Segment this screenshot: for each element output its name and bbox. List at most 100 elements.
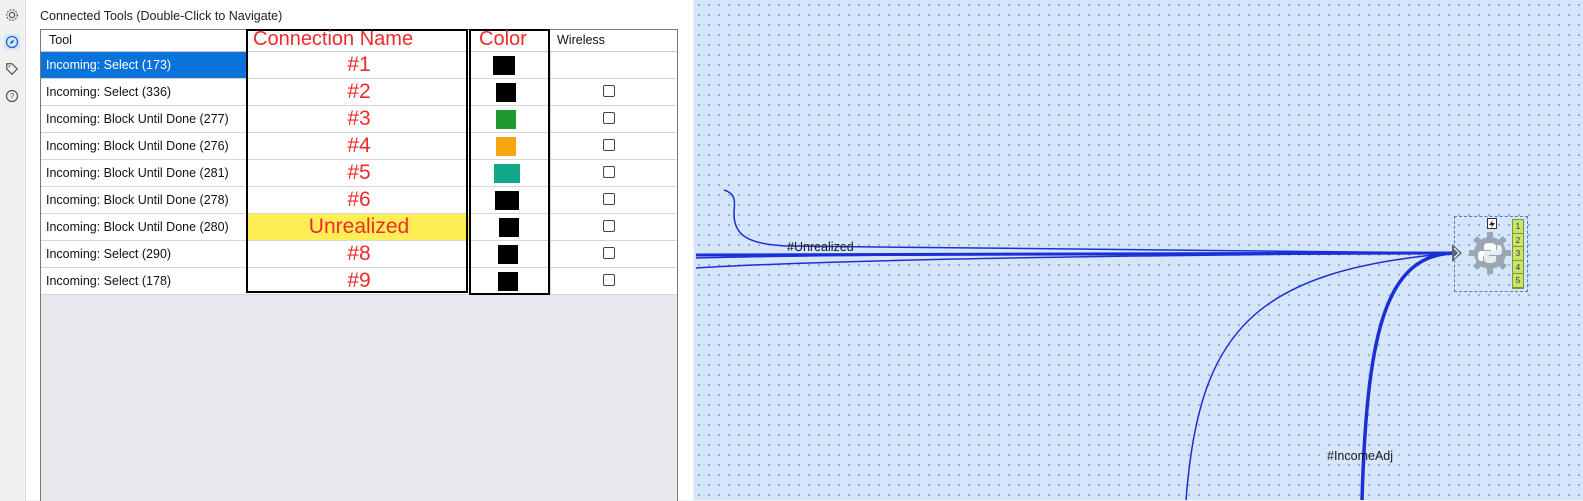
color-cell[interactable] [471, 268, 551, 294]
wireless-checkbox[interactable] [603, 166, 615, 178]
tag-icon[interactable] [4, 61, 20, 77]
connection-name-cell[interactable]: #4 [247, 133, 471, 159]
tool-cell[interactable]: Incoming: Select (173) [41, 52, 247, 78]
color-swatch[interactable] [494, 164, 520, 183]
input-anchor-icon[interactable] [1451, 242, 1465, 264]
wireless-cell[interactable] [551, 106, 677, 132]
connection-name-cell[interactable]: #1 [247, 52, 471, 78]
connection-name-cell[interactable]: #9 [247, 268, 471, 294]
table-row[interactable]: Incoming: Block Until Done (281) #5 [41, 160, 677, 187]
wireless-cell[interactable] [551, 214, 677, 240]
help-icon[interactable]: ? [4, 88, 20, 104]
connection-label-incomeadj[interactable]: #IncomeAdj [1327, 449, 1393, 463]
tool-label: Incoming: Select (336) [46, 85, 172, 99]
color-cell[interactable] [471, 160, 551, 186]
connection-name-cell[interactable]: #5 [247, 160, 471, 186]
wireless-checkbox[interactable] [603, 112, 615, 124]
tool-label: Incoming: Block Until Done (281) [46, 166, 229, 180]
color-swatch[interactable] [499, 218, 519, 237]
connection-name-value: #5 [347, 161, 371, 184]
color-cell[interactable] [471, 187, 551, 213]
wireless-cell[interactable] [551, 187, 677, 213]
tool-label: Incoming: Block Until Done (278) [46, 193, 229, 207]
connection-name-cell[interactable]: #6 [247, 187, 471, 213]
panel-title: Connected Tools (Double-Click to Navigat… [40, 9, 283, 23]
color-swatch[interactable] [496, 83, 516, 102]
table-row[interactable]: Incoming: Select (336) #2 [41, 79, 677, 106]
connection-name-cell[interactable]: #3 [247, 106, 471, 132]
color-cell[interactable] [471, 241, 551, 267]
tool-cell[interactable]: Incoming: Select (290) [41, 241, 247, 267]
connection-name-cell[interactable]: #8 [247, 241, 471, 267]
connection-name-value: #3 [347, 107, 371, 130]
tool-cell[interactable]: Incoming: Block Until Done (280) [41, 214, 247, 240]
color-swatch[interactable] [498, 245, 518, 264]
wireless-cell[interactable] [551, 79, 677, 105]
output-anchor-2[interactable]: 2 [1513, 234, 1523, 248]
tool-label: Incoming: Select (178) [46, 274, 172, 288]
wireless-cell[interactable] [551, 160, 677, 186]
table-row[interactable]: Incoming: Block Until Done (277) #3 [41, 106, 677, 133]
column-header-wireless[interactable]: Wireless [557, 33, 605, 47]
wireless-checkbox[interactable] [603, 58, 615, 70]
svg-text:?: ? [10, 92, 15, 101]
color-cell[interactable] [471, 52, 551, 78]
wireless-checkbox[interactable] [603, 139, 615, 151]
column-header-color: Color [479, 28, 527, 50]
color-swatch[interactable] [496, 137, 516, 156]
workflow-canvas[interactable]: #Unrealized #IncomeAdj 1 2 3 4 5 [694, 0, 1583, 500]
connection-name-value: #8 [347, 242, 371, 265]
connection-name-cell[interactable]: Unrealized [247, 214, 471, 240]
color-cell[interactable] [471, 79, 551, 105]
color-cell[interactable] [471, 133, 551, 159]
tool-label: Incoming: Block Until Done (280) [46, 220, 229, 234]
column-header-tool[interactable]: Tool [49, 33, 72, 47]
wireless-cell[interactable] [551, 268, 677, 294]
tool-cell[interactable]: Incoming: Block Until Done (277) [41, 106, 247, 132]
table-row[interactable]: Incoming: Block Until Done (280) Unrealiz… [41, 214, 677, 241]
connection-label-unrealized[interactable]: #Unrealized [787, 240, 854, 254]
color-swatch[interactable] [498, 272, 518, 291]
tool-cell[interactable]: Incoming: Block Until Done (278) [41, 187, 247, 213]
wireless-checkbox[interactable] [603, 193, 615, 205]
table-row[interactable]: Incoming: Select (173) #1 [41, 52, 677, 79]
table-row[interactable]: Incoming: Select (178) #9 [41, 268, 677, 295]
color-swatch[interactable] [496, 110, 516, 129]
gear-icon[interactable] [4, 7, 20, 23]
tool-cell[interactable]: Incoming: Select (178) [41, 268, 247, 294]
output-anchor-5[interactable]: 5 [1513, 274, 1523, 288]
tool-label: Incoming: Select (290) [46, 247, 172, 261]
connection-name-cell[interactable]: #2 [247, 79, 471, 105]
color-swatch[interactable] [493, 56, 515, 75]
tool-cell[interactable]: Incoming: Block Until Done (276) [41, 133, 247, 159]
python-gear-icon [1469, 232, 1511, 274]
wireless-checkbox[interactable] [603, 220, 615, 232]
connected-tools-grid[interactable]: Tool Wireless Incoming: Select (173) #1 In… [40, 29, 678, 501]
connection-name-value: #1 [347, 53, 371, 76]
wireless-cell[interactable] [551, 133, 677, 159]
python-tool[interactable]: 12345 [1451, 216, 1528, 292]
color-cell[interactable] [471, 214, 551, 240]
wireless-checkbox[interactable] [603, 274, 615, 286]
output-anchor-3[interactable]: 3 [1513, 247, 1523, 261]
output-anchor-4[interactable]: 4 [1513, 261, 1523, 275]
table-row[interactable]: Incoming: Block Until Done (278) #6 [41, 187, 677, 214]
wireless-checkbox[interactable] [603, 85, 615, 97]
wireless-cell[interactable] [551, 241, 677, 267]
wireless-checkbox[interactable] [603, 247, 615, 259]
tool-cell[interactable]: Incoming: Select (336) [41, 79, 247, 105]
output-anchor-1[interactable]: 1 [1513, 220, 1523, 234]
tool-label: Incoming: Block Until Done (277) [46, 112, 229, 126]
connection-name-value: #4 [347, 134, 371, 157]
output-anchors[interactable]: 12345 [1512, 219, 1524, 289]
table-row[interactable]: Incoming: Block Until Done (276) #4 [41, 133, 677, 160]
compass-icon[interactable] [4, 34, 20, 50]
tool-cell[interactable]: Incoming: Block Until Done (281) [41, 160, 247, 186]
wire-curve-left [1185, 252, 1455, 500]
color-cell[interactable] [471, 106, 551, 132]
wireless-cell[interactable] [551, 52, 677, 78]
connection-name-value: #2 [347, 80, 371, 103]
table-row[interactable]: Incoming: Select (290) #8 [41, 241, 677, 268]
configuration-panel: Connected Tools (Double-Click to Navigat… [26, 0, 693, 501]
color-swatch[interactable] [495, 191, 519, 210]
